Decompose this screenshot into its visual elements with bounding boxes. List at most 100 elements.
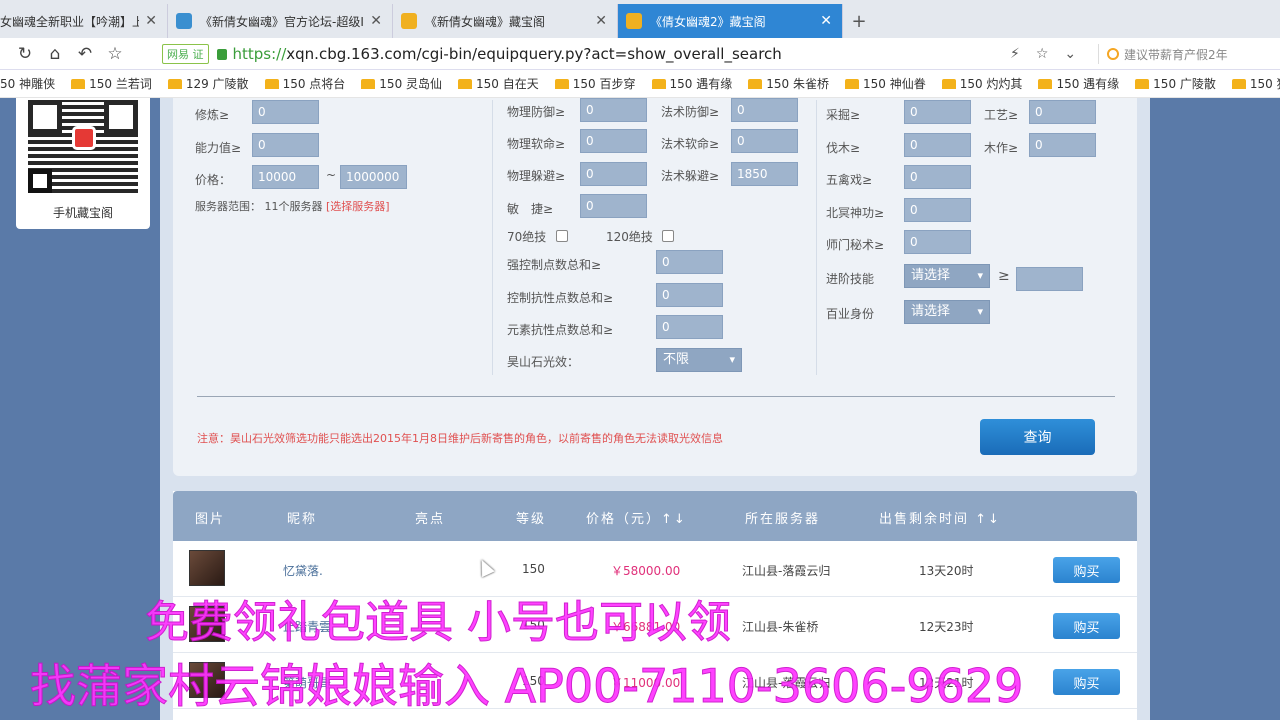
crown-icon <box>651 78 666 89</box>
bookmark-item[interactable]: 150 灵岛仙 <box>361 75 442 92</box>
tab-1[interactable]: 《新倩女幽魂》官方论坛-超级I ✕ <box>168 4 393 38</box>
kongkang-label: 控制抗性点数总和≥ <box>507 291 614 305</box>
bookmark-item[interactable]: 150 神仙眷 <box>844 75 926 92</box>
jinjie-select[interactable]: 请选择 <box>904 264 990 288</box>
jinjie-input[interactable] <box>1016 267 1083 291</box>
gongyi-label: 工艺≥ <box>984 108 1019 122</box>
yuansu-input[interactable]: 0 <box>656 315 723 339</box>
bookmark-item[interactable]: 150 广陵散 <box>1135 75 1216 92</box>
bookmark-item[interactable]: 150 遇有缘 <box>1038 75 1119 92</box>
shimen-input[interactable]: 0 <box>904 230 971 254</box>
gongyi-input[interactable]: 0 <box>1029 100 1096 124</box>
caiji-label: 采掘≥ <box>826 108 861 122</box>
baiye-label: 百业身份 <box>826 307 875 321</box>
jue120-label: 120绝技 <box>606 230 653 244</box>
home-icon[interactable]: ⌂ <box>40 44 70 64</box>
bolt-icon[interactable]: ⚡ <box>1010 46 1020 62</box>
crown-icon <box>264 78 279 89</box>
forum-icon <box>176 13 192 29</box>
kunshan-label: 昊山石光效： <box>507 355 580 369</box>
wuqin-input[interactable]: 0 <box>904 165 971 189</box>
bookmark-item[interactable]: 150 自在天 <box>458 75 539 92</box>
refresh-icon[interactable]: ↻ <box>10 44 40 64</box>
search-box[interactable]: 建议带薪育产假2年 <box>1098 44 1278 64</box>
wufang-input[interactable]: 0 <box>580 98 647 122</box>
bookmark-item[interactable]: 129 广陵散 <box>167 75 249 92</box>
buy-button[interactable]: 购买 <box>1053 557 1120 583</box>
crown-icon <box>1038 78 1053 89</box>
muzuo-input[interactable]: 0 <box>1029 133 1096 157</box>
promo-overlay-line1: 免费领礼包道具 小号也可以领 <box>145 597 732 649</box>
close-icon[interactable]: ✕ <box>595 13 607 29</box>
xiulian-input[interactable]: 0 <box>252 100 319 124</box>
shimen-label: 师门秘术≥ <box>826 238 885 252</box>
crown-icon <box>71 78 86 89</box>
th-price-sort[interactable]: 价格（元）↑↓ <box>586 508 687 527</box>
star-icon[interactable]: ☆ <box>100 44 130 64</box>
minjie-input[interactable]: 0 <box>580 194 647 218</box>
fafang-input[interactable]: 0 <box>731 98 798 122</box>
tab-label: 《新倩女幽魂》官方论坛-超级I <box>200 14 364 29</box>
faruan-label: 法术软命≥ <box>661 137 720 151</box>
tab-bar: 女幽魂全新职业【吟潮】上 ✕ 《新倩女幽魂》官方论坛-超级I ✕ 《新倩女幽魂》… <box>0 0 1280 38</box>
avatar[interactable] <box>189 550 225 586</box>
new-tab-button[interactable]: + <box>843 4 875 38</box>
bookmark-star-icon[interactable]: ☆ <box>1036 46 1049 62</box>
tab-label: 女幽魂全新职业【吟潮】上 <box>0 14 140 29</box>
wuruan-input[interactable]: 0 <box>580 129 647 153</box>
baiye-select[interactable]: 请选择 <box>904 300 990 324</box>
tab-0[interactable]: 女幽魂全新职业【吟潮】上 ✕ <box>0 4 168 38</box>
kunshan-select[interactable]: 不限 <box>656 348 742 372</box>
jue70-label: 70绝技 <box>507 230 547 244</box>
bookmark-item[interactable]: 50 神雕侠 <box>0 75 55 92</box>
crown-icon <box>554 78 569 89</box>
nengli-label: 能力值≥ <box>195 141 242 155</box>
bookmark-item[interactable]: 150 兰若词 <box>71 75 152 92</box>
tab-3[interactable]: 《倩女幽魂2》藏宝阁 ✕ <box>618 4 843 38</box>
bookmark-item[interactable]: 150 遇有缘 <box>651 75 732 92</box>
chevron-down-icon[interactable]: ⌄ <box>1064 46 1076 62</box>
right-background <box>1150 98 1280 720</box>
jue70-checkbox[interactable] <box>556 230 568 242</box>
tab-label: 《倩女幽魂2》藏宝阁 <box>650 14 766 29</box>
faruan-input[interactable]: 0 <box>731 129 798 153</box>
jue120-checkbox[interactable] <box>662 230 674 242</box>
kongkang-input[interactable]: 0 <box>656 283 723 307</box>
undo-icon[interactable]: ↶ <box>70 44 100 64</box>
crown-icon <box>167 78 182 89</box>
tab-2[interactable]: 《新倩女幽魂》藏宝阁 ✕ <box>393 4 618 38</box>
url-bar[interactable]: 网易 证 https://xqn.cbg.163.com/cgi-bin/equ… <box>162 41 1092 67</box>
close-icon[interactable]: ✕ <box>820 13 832 29</box>
beiming-input[interactable]: 0 <box>904 198 971 222</box>
select-server-link[interactable]: [选择服务器] <box>326 200 390 213</box>
search-suggestion: 建议带薪育产假2年 <box>1124 47 1228 62</box>
crown-icon <box>458 78 473 89</box>
buy-button[interactable]: 购买 <box>1053 669 1120 695</box>
cell-time: 13天20时 <box>919 564 974 578</box>
bookmark-item[interactable]: 150 点将台 <box>264 75 345 92</box>
cell-time: 12天23时 <box>919 620 974 634</box>
price-max-input[interactable]: 1000000 <box>340 165 407 189</box>
url-text[interactable]: https://xqn.cbg.163.com/cgi-bin/equipque… <box>233 45 782 63</box>
bookmark-item[interactable]: 150 灼灼其 <box>941 75 1022 92</box>
cell-name[interactable]: 忆黛落. <box>283 562 323 579</box>
price-min-input[interactable]: 10000 <box>252 165 319 189</box>
close-icon[interactable]: ✕ <box>370 13 382 29</box>
th-time-sort[interactable]: 出售剩余时间 ↑↓ <box>879 508 1001 527</box>
qr-panel: 手机藏宝阁 <box>16 98 150 229</box>
caiji-input[interactable]: 0 <box>904 100 971 124</box>
cell-price: ￥58000.00 <box>611 564 681 578</box>
famu-input[interactable]: 0 <box>904 133 971 157</box>
bookmark-item[interactable]: 150 朱雀桥 <box>748 75 829 92</box>
bookmark-item[interactable]: 150 独步天 <box>1231 75 1280 92</box>
nengli-input[interactable]: 0 <box>252 133 319 157</box>
qiangkong-input[interactable]: 0 <box>656 250 723 274</box>
bookmark-item[interactable]: 150 百步穿 <box>554 75 636 92</box>
query-button[interactable]: 查询 <box>980 419 1095 455</box>
notice-text: 注意：昊山石光效筛选功能只能选出2015年1月8日维护后新寄售的角色，以前寄售的… <box>197 432 723 445</box>
crown-icon <box>361 78 376 89</box>
buy-button[interactable]: 购买 <box>1053 613 1120 639</box>
close-icon[interactable]: ✕ <box>145 13 157 29</box>
faduo-input[interactable]: 1850 <box>731 162 798 186</box>
wuduo-input[interactable]: 0 <box>580 162 647 186</box>
